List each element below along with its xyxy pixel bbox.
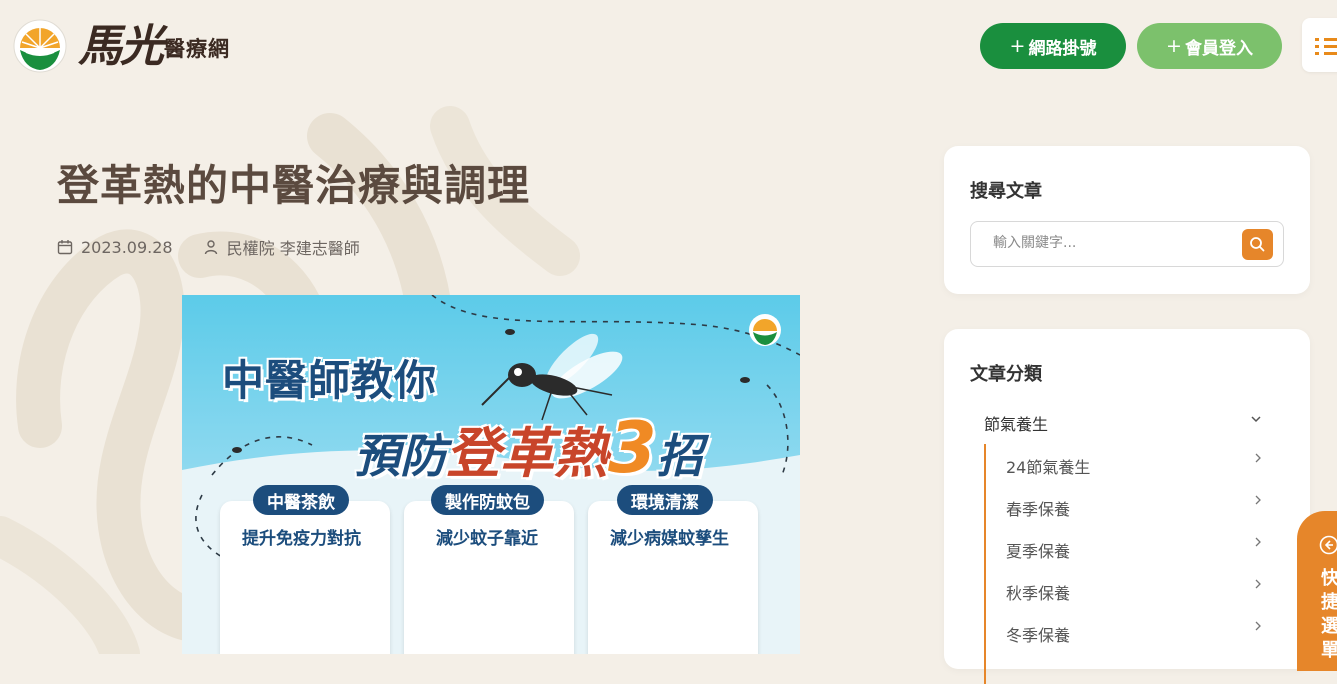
site-header: 馬光 醫療網 + 網路掛號 + 會員登入 (0, 0, 1337, 96)
chevron-right-icon (1254, 579, 1262, 589)
subcategory-item[interactable]: 24節氣養生 (1006, 454, 1090, 478)
tip-tag: 中醫茶飲 (253, 485, 349, 515)
calendar-icon (57, 239, 73, 255)
menu-toggle-button[interactable] (1302, 18, 1337, 72)
chevron-right-icon (1254, 453, 1262, 463)
tip-subtitle: 減少病媒蚊孳生 (610, 524, 729, 549)
login-label: 會員登入 (1185, 34, 1253, 59)
article-title: 登革熱的中醫治療與調理 (57, 152, 530, 213)
search-input[interactable] (991, 234, 1235, 252)
plus-icon: + (1010, 35, 1026, 57)
quick-menu-label: 快捷選單 (1321, 567, 1337, 663)
search-panel: 搜尋文章 (944, 146, 1310, 294)
tip-subtitle: 提升免疫力對抗 (242, 524, 361, 549)
subcategory-item[interactable]: 夏季保養 (1006, 538, 1070, 562)
search-icon (1242, 229, 1273, 260)
hero-subheadline-number: 3 (608, 407, 657, 489)
arrow-left-circle-icon (1319, 535, 1337, 555)
brand-logo-icon[interactable] (12, 18, 68, 74)
hero-logo-icon (748, 313, 782, 347)
member-login-button[interactable]: + 會員登入 (1137, 23, 1282, 69)
article-date: 2023.09.28 (81, 238, 173, 257)
plus-icon: + (1166, 35, 1182, 57)
subcategory-rail (984, 444, 986, 684)
hero-subheadline-prefix: 預防 (354, 429, 446, 483)
tip-tag: 環境清潔 (617, 485, 713, 515)
article-meta: 2023.09.28 民權院 李建志醫師 (57, 235, 360, 259)
quick-menu-button[interactable]: 快捷選單 (1297, 511, 1337, 671)
search-box (970, 221, 1284, 267)
chevron-down-icon[interactable] (1250, 413, 1262, 425)
search-panel-title: 搜尋文章 (970, 177, 1042, 203)
tip-subtitle: 減少蚊子靠近 (436, 524, 538, 549)
subcategory-item[interactable]: 春季保養 (1006, 496, 1070, 520)
chevron-right-icon (1254, 495, 1262, 505)
brand-name: 醫療網 (164, 33, 230, 63)
chevron-right-icon (1254, 621, 1262, 631)
hero-subheadline-keyword: 登革熱 (446, 422, 608, 485)
hero-headline: 中醫師教你 (222, 347, 437, 408)
hero-subheadline-suffix: 招 (657, 429, 703, 483)
category-panel: 文章分類 節氣養生 24節氣養生 春季保養 夏季保養 秋季保養 冬季保養 (944, 329, 1310, 669)
register-label: 網路掛號 (1028, 34, 1096, 59)
article-author: 民權院 李建志醫師 (227, 235, 360, 259)
brand-script: 馬光 (78, 10, 162, 74)
chevron-right-icon (1254, 537, 1262, 547)
online-registration-button[interactable]: + 網路掛號 (980, 23, 1126, 69)
category-panel-title: 文章分類 (970, 360, 1042, 386)
subcategory-item[interactable]: 冬季保養 (1006, 622, 1070, 646)
tip-tag: 製作防蚊包 (431, 485, 544, 515)
article-hero-image: 中醫師教你 預防登革熱3招 中醫茶飲 製作防蚊包 環境清潔 提升免疫力對抗 減少… (182, 295, 800, 654)
category-item-seasonal-health[interactable]: 節氣養生 (984, 411, 1048, 435)
hero-subheadline: 預防登革熱3招 (354, 407, 703, 489)
mosquito-icon (482, 327, 629, 420)
subcategory-item[interactable]: 秋季保養 (1006, 580, 1070, 604)
search-button[interactable] (1242, 229, 1273, 260)
user-icon (203, 239, 219, 255)
